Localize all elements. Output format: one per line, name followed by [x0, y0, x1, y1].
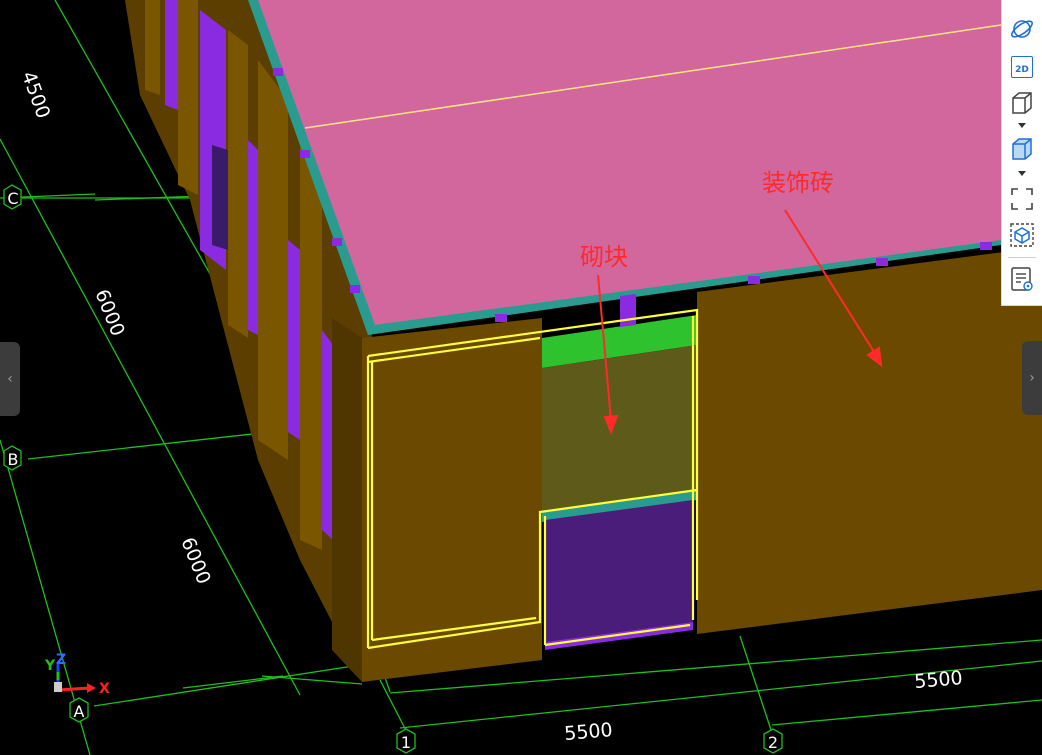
cube-shaded-icon — [1012, 138, 1032, 160]
axis-label-c: C — [7, 189, 18, 208]
section-box-icon — [1010, 223, 1034, 247]
dimension-5500-right: 5500 — [913, 667, 963, 693]
dimension-6000-upper: 6000 — [90, 286, 129, 339]
chevron-left-icon: ‹ — [7, 371, 13, 387]
orbit-icon — [1011, 20, 1033, 38]
axis-z-label: Z — [56, 652, 66, 668]
dimension-5500-left: 5500 — [563, 719, 613, 745]
axis-label-2: 2 — [768, 733, 778, 752]
fit-view-button[interactable] — [1007, 184, 1037, 214]
properties-panel-button[interactable] — [1007, 264, 1037, 294]
view-2d-button[interactable]: 2D — [1007, 52, 1037, 82]
axis-y-label: Y — [44, 658, 56, 674]
view-2d-label: 2D — [1015, 65, 1029, 75]
view-3d-shaded-button[interactable] — [1007, 134, 1037, 164]
fullscreen-icon — [1011, 188, 1033, 210]
chevron-right-icon: › — [1029, 370, 1035, 386]
view-2d-icon: 2D — [1011, 56, 1033, 78]
dimension-4500: 4500 — [17, 68, 54, 121]
left-panel-toggle[interactable]: ‹ — [0, 342, 20, 416]
axis-label-1: 1 — [401, 733, 411, 752]
section-box-button[interactable] — [1007, 220, 1037, 250]
dimension-6000-lower: 6000 — [176, 534, 215, 587]
cube-outline-icon — [1012, 92, 1032, 114]
block-wall — [542, 294, 697, 650]
axis-x-label: X — [99, 681, 110, 697]
properties-icon — [1011, 267, 1033, 291]
orbit-view-button[interactable] — [1007, 14, 1037, 44]
toolbar-divider — [1008, 257, 1036, 258]
view-toolbar: 2D — [1001, 0, 1042, 306]
right-panel-toggle[interactable]: › — [1022, 341, 1042, 415]
axis-label-a: A — [74, 702, 85, 721]
caret-down-icon[interactable] — [1017, 122, 1027, 130]
axis-label-b: B — [8, 450, 19, 469]
view-3d-wireframe-button[interactable] — [1007, 88, 1037, 118]
model-viewport[interactable]: C B A 1 2 4500 6000 6000 5500 5500 X Y Z — [0, 0, 1042, 755]
annotation-tile-label: 装饰砖 — [762, 169, 834, 197]
annotation-block-label: 砌块 — [580, 243, 628, 271]
caret-down-icon[interactable] — [1017, 170, 1027, 178]
